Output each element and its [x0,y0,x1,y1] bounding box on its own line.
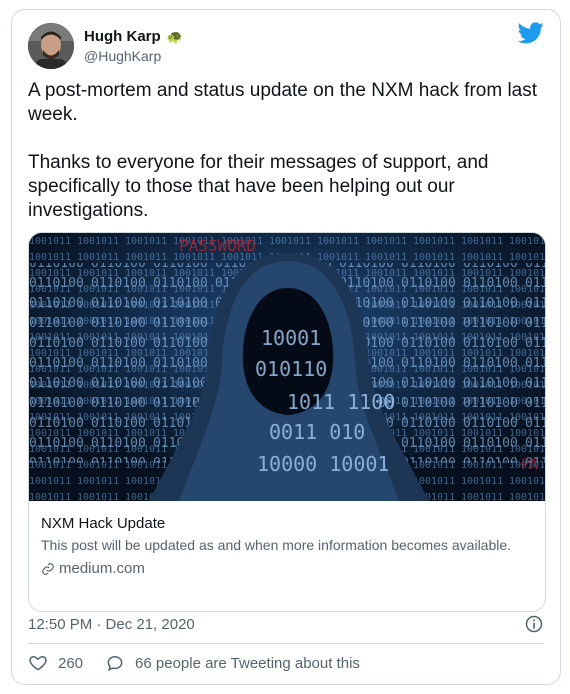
svg-text:010110: 010110 [255,357,327,381]
tweet-text: A post-mortem and status update on the N… [28,79,548,247]
reply-button[interactable]: 66 people are Tweeting about this [105,653,360,673]
link-preview-title[interactable]: NXM Hack Update [41,514,533,533]
svg-text:10000 10001: 10000 10001 [257,452,389,476]
turtle-emoji-icon: 🐢 [166,28,183,44]
author-handle[interactable]: @HughKarp [84,48,161,64]
tweet-meta: 12:50 PM · Dec 21, 2020 [28,613,544,635]
link-preview-card[interactable]: 0110100 1001011 PASSWORD PA 10001 010110… [28,232,546,612]
author-avatar[interactable] [28,23,74,69]
tweet-text-paragraph: A post-mortem and status update on the N… [28,80,538,125]
twitter-bird-icon[interactable] [518,22,544,44]
svg-text:0011 010: 0011 010 [269,420,365,444]
tweet-embed-card[interactable]: Hugh Karp 🐢 @HughKarp A post-mortem and … [11,9,561,685]
reply-text: 66 people are Tweeting about this [135,654,360,672]
link-preview-image[interactable]: 0110100 1001011 PASSWORD PA 10001 010110… [29,233,545,501]
heart-icon [29,655,47,671]
link-preview-description: This post will be updated as and when mo… [41,537,512,553]
svg-text:1011 1100: 1011 1100 [287,390,395,414]
author-name[interactable]: Hugh Karp [84,28,161,45]
tweet-header: Hugh Karp 🐢 @HughKarp [28,20,546,76]
like-button[interactable]: 260 [28,653,83,673]
svg-text:10001: 10001 [261,326,321,350]
svg-text:PA: PA [521,457,538,473]
info-icon[interactable] [524,614,544,634]
link-preview-body: NXM Hack Update This post will be update… [41,514,533,577]
reply-bubble-icon [107,655,123,671]
link-domain-text: medium.com [59,560,145,577]
tweet-actions: 260 66 people are Tweeting about this [28,652,382,674]
like-count: 260 [58,654,84,672]
tweet-timestamp[interactable]: 12:50 PM · Dec 21, 2020 [28,616,195,633]
tweet-text-paragraph: Thanks to everyone for their messages of… [28,152,489,221]
link-icon [42,562,54,575]
link-preview-domain[interactable]: medium.com [41,560,533,577]
divider [28,643,544,644]
svg-text:PASSWORD: PASSWORD [179,236,256,255]
